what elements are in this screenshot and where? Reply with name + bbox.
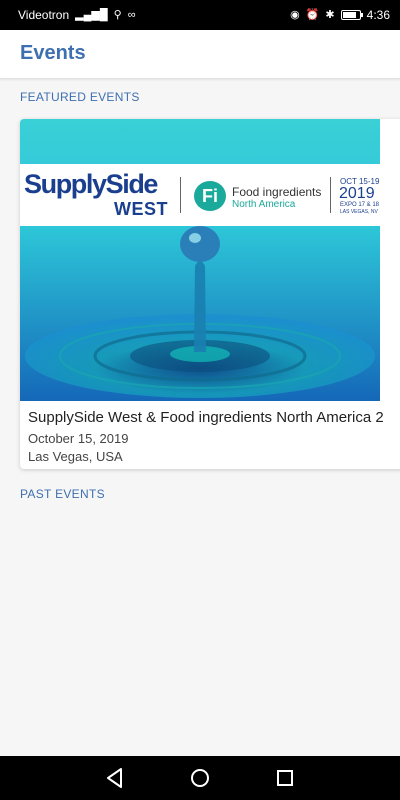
- fi-logo-icon: Fi: [194, 181, 226, 211]
- battery-fill: [342, 12, 356, 18]
- alarm-icon: ⏰: [305, 8, 320, 21]
- past-events-heading: PAST EVENTS: [20, 487, 105, 501]
- fi-region: North America: [232, 199, 296, 210]
- fi-name: Food ingredients: [232, 185, 322, 199]
- banner-year: 2019: [339, 185, 375, 202]
- water-drop-illustration: [20, 226, 380, 401]
- supplyside-west-label: WEST: [114, 199, 168, 219]
- status-bar: Videotron ▂▄▆█ ⚲ ∞ ◉ ⏰ ✱ 4:36: [0, 0, 400, 30]
- event-location: Las Vegas, USA: [28, 449, 123, 464]
- event-title: SupplySide West & Food ingredients North…: [28, 409, 384, 426]
- signal-icon: ▂▄▆█: [75, 8, 108, 21]
- carrier-label: Videotron: [18, 8, 70, 22]
- usb-icon: ⚲: [113, 8, 122, 21]
- app-bar: Events: [0, 30, 400, 79]
- page-title: Events: [20, 42, 86, 64]
- status-left: Videotron ▂▄▆█ ⚲ ∞: [18, 8, 136, 22]
- clock: 4:36: [366, 8, 390, 22]
- back-icon[interactable]: [101, 764, 129, 792]
- event-date: October 15, 2019: [28, 431, 129, 446]
- featured-event-card[interactable]: SupplySide WEST Fi Food ingredients Nort…: [20, 119, 400, 469]
- supplyside-logo: SupplySide: [24, 169, 158, 199]
- eye-icon: ◉: [290, 8, 300, 21]
- recents-icon[interactable]: [271, 764, 299, 792]
- bluetooth-icon: ✱: [325, 8, 335, 21]
- banner-divider: [330, 177, 331, 213]
- featured-events-heading: FEATURED EVENTS: [20, 90, 140, 104]
- status-right: ◉ ⏰ ✱ 4:36: [290, 8, 390, 22]
- banner-divider: [180, 177, 181, 213]
- banner-expo: EXPO 17 & 18: [340, 202, 380, 208]
- navigation-bar: [0, 756, 400, 800]
- event-banner-image: SupplySide WEST Fi Food ingredients Nort…: [20, 119, 380, 401]
- banner-city: LAS VEGAS, NV: [340, 209, 378, 215]
- home-icon[interactable]: [186, 764, 214, 792]
- voicemail-icon: ∞: [127, 8, 136, 21]
- battery-icon: [340, 10, 363, 20]
